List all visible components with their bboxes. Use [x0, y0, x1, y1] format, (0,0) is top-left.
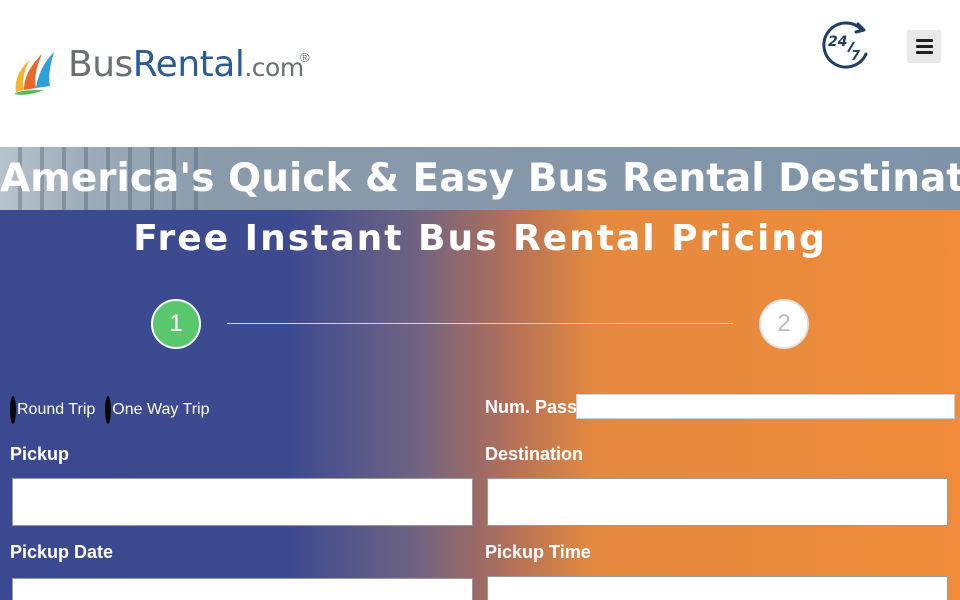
round-trip-radio[interactable]: Round Trip — [10, 396, 95, 424]
site-header: BusRental.com ® 24 7 — [0, 0, 960, 147]
logo-wordmark: BusRental.com — [68, 44, 304, 85]
hamburger-line — [915, 45, 933, 48]
logo-text-rental: Rental — [132, 44, 245, 85]
one-way-trip-label: One Way Trip — [112, 401, 210, 418]
logo-text-bus: Bus — [68, 44, 133, 85]
badge-7-text: 7 — [851, 49, 861, 64]
radio-button[interactable] — [105, 396, 112, 424]
trip-type-radio-group: Round Trip One Way Trip — [10, 396, 219, 424]
registered-mark: ® — [300, 50, 310, 65]
destination-input[interactable] — [487, 478, 948, 526]
hamburger-line — [915, 51, 933, 54]
quote-form-section: Free Instant Bus Rental Pricing 1 2 Roun… — [0, 210, 960, 600]
round-trip-label: Round Trip — [17, 401, 96, 418]
form-title: Free Instant Bus Rental Pricing — [133, 218, 827, 259]
pickup-time-label: Pickup Time — [485, 542, 591, 562]
logo-flame-icon — [14, 52, 54, 95]
pickup-label: Pickup — [10, 444, 70, 464]
num-pass-input[interactable] — [576, 394, 955, 419]
radio-button[interactable] — [10, 396, 16, 424]
destination-label: Destination — [485, 444, 584, 464]
num-pass-label: Num. Pass — [485, 397, 578, 417]
logo-text-dotcom: .com — [244, 53, 304, 82]
pickup-date-input[interactable] — [12, 578, 473, 600]
hero-title: America's Quick & Easy Bus Rental Destin… — [0, 156, 960, 201]
step-progress-line — [227, 323, 733, 324]
hero-banner: America's Quick & Easy Bus Rental Destin… — [0, 147, 960, 210]
support-24-7-icon: 24 7 — [822, 21, 868, 69]
menu-button[interactable] — [907, 30, 941, 63]
step-1-indicator: 1 — [151, 299, 201, 349]
pickup-date-label: Pickup Date — [10, 542, 114, 562]
hamburger-menu-icon — [915, 39, 933, 42]
pickup-input[interactable] — [12, 478, 473, 526]
step-2-indicator: 2 — [759, 299, 809, 349]
one-way-trip-radio[interactable]: One Way Trip — [105, 396, 209, 424]
badge-24-text: 24 — [828, 34, 847, 50]
pickup-time-input[interactable] — [487, 576, 948, 600]
busrental-logo[interactable]: BusRental.com ® — [10, 36, 320, 98]
